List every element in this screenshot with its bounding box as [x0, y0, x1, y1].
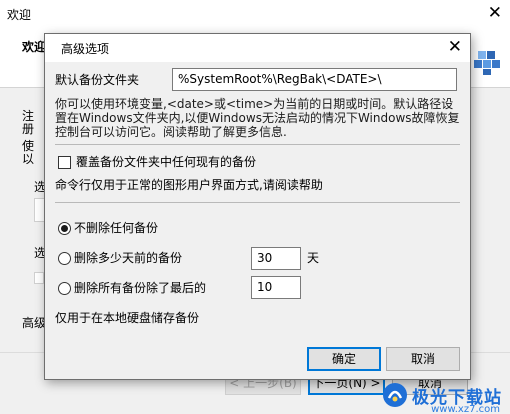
watermark-url: www.xz7.com — [431, 404, 500, 414]
ok-button[interactable]: 确定 — [307, 347, 381, 371]
welcome-text-fragment: 册 — [22, 122, 35, 136]
welcome-window-title: 欢迎 — [7, 8, 32, 22]
aurora-logo-icon — [383, 383, 408, 407]
overwrite-label[interactable]: 覆盖备份文件夹中任何现有的备份 — [76, 154, 256, 170]
no-delete-radio[interactable] — [58, 222, 71, 235]
overwrite-checkbox[interactable] — [58, 156, 71, 169]
folder-help-text: 你可以使用环境变量,<date>或<time>为当前的日期或时间。默认路径设置在… — [55, 97, 460, 139]
welcome-check-fragment — [34, 272, 44, 284]
welcome-text-fragment: 高级 — [22, 316, 47, 330]
divider — [55, 202, 460, 203]
local-disk-note: 仅用于在本地硬盘储存备份 — [55, 311, 200, 325]
welcome-titlebar: 欢迎 ✕ — [0, 0, 510, 28]
welcome-text-fragment: 以 — [22, 152, 35, 166]
cancel-button[interactable]: 取消 — [386, 347, 460, 371]
dialog-close-icon[interactable]: ✕ — [448, 37, 462, 57]
advanced-options-dialog: 高级选项 ✕ 默认备份文件夹 %SystemRoot%\RegBak\<DATE… — [44, 33, 471, 380]
keep-last-radio[interactable] — [58, 282, 71, 295]
delete-older-label[interactable]: 删除多少天前的备份 — [74, 250, 182, 266]
no-delete-label[interactable]: 不删除任何备份 — [74, 220, 158, 236]
welcome-banner-title: 欢迎 — [22, 40, 47, 54]
days-unit-label: 天 — [307, 251, 320, 265]
days-input[interactable]: 30 — [251, 247, 301, 270]
command-line-note: 命令行仅用于正常的图形用户界面方式,请阅读帮助 — [55, 178, 323, 192]
registry-cubes-icon — [474, 51, 500, 75]
keep-last-label[interactable]: 删除所有备份除了最后的 — [74, 280, 206, 296]
dialog-titlebar: 高级选项 ✕ — [45, 34, 470, 62]
divider — [55, 144, 460, 145]
backup-folder-label: 默认备份文件夹 — [55, 73, 140, 87]
delete-older-radio[interactable] — [58, 252, 71, 265]
welcome-close-icon[interactable]: ✕ — [488, 3, 502, 23]
dialog-title: 高级选项 — [61, 42, 110, 56]
site-watermark: 极光下载站 www.xz7.com — [382, 382, 502, 414]
keep-last-input[interactable]: 10 — [251, 276, 301, 299]
backup-folder-input[interactable]: %SystemRoot%\RegBak\<DATE>\ — [172, 68, 457, 91]
